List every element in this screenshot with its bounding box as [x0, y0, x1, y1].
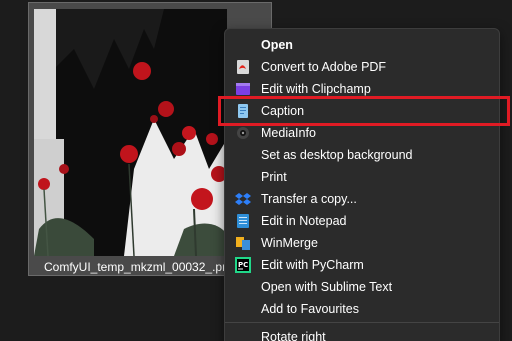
file-name-label[interactable]: ComfyUI_temp_mkzml_00032_.png	[44, 258, 226, 276]
menu-item-convert-pdf[interactable]: Convert to Adobe PDF	[225, 56, 499, 78]
clipchamp-icon	[235, 81, 251, 97]
image-thumbnail[interactable]	[34, 9, 227, 256]
caption-highlight-box	[218, 96, 510, 126]
menu-item-label: Open	[261, 38, 293, 52]
menu-item-print[interactable]: Print	[225, 166, 499, 188]
adobe-pdf-icon	[235, 59, 251, 75]
menu-item-edit-notepad[interactable]: Edit in Notepad	[225, 210, 499, 232]
menu-item-label: Open with Sublime Text	[261, 280, 393, 294]
menu-item-label: Set as desktop background	[261, 148, 413, 162]
menu-divider	[225, 322, 499, 323]
menu-item-set-desktop-background[interactable]: Set as desktop background	[225, 144, 499, 166]
winmerge-icon	[235, 235, 251, 251]
desktop: ComfyUI_temp_mkzml_00032_.png Open Conve…	[0, 0, 512, 341]
menu-item-label: Edit in Notepad	[261, 214, 347, 228]
menu-item-open-sublime[interactable]: Open with Sublime Text	[225, 276, 499, 298]
menu-item-label: Add to Favourites	[261, 302, 359, 316]
menu-item-label: Convert to Adobe PDF	[261, 60, 387, 74]
pycharm-icon: PC	[235, 257, 251, 273]
menu-item-add-favourites[interactable]: Add to Favourites	[225, 298, 499, 320]
menu-item-label: Transfer a copy...	[261, 192, 357, 206]
svg-text:PC: PC	[238, 261, 248, 269]
menu-item-label: Rotate right	[261, 330, 326, 341]
menu-item-edit-pycharm[interactable]: PC Edit with PyCharm	[225, 254, 499, 276]
menu-item-rotate-right[interactable]: Rotate right	[225, 326, 499, 341]
context-menu: Open Convert to Adobe PDF Edit with Clip…	[224, 28, 500, 341]
menu-item-open[interactable]: Open	[225, 34, 499, 56]
menu-item-label: WinMerge	[261, 236, 318, 250]
mediainfo-icon	[235, 125, 251, 141]
menu-item-label: Edit with PyCharm	[261, 258, 364, 272]
menu-item-label: Print	[261, 170, 287, 184]
menu-item-transfer-copy[interactable]: Transfer a copy...	[225, 188, 499, 210]
menu-item-winmerge[interactable]: WinMerge	[225, 232, 499, 254]
notepad-icon	[235, 213, 251, 229]
dropbox-icon	[235, 191, 251, 207]
